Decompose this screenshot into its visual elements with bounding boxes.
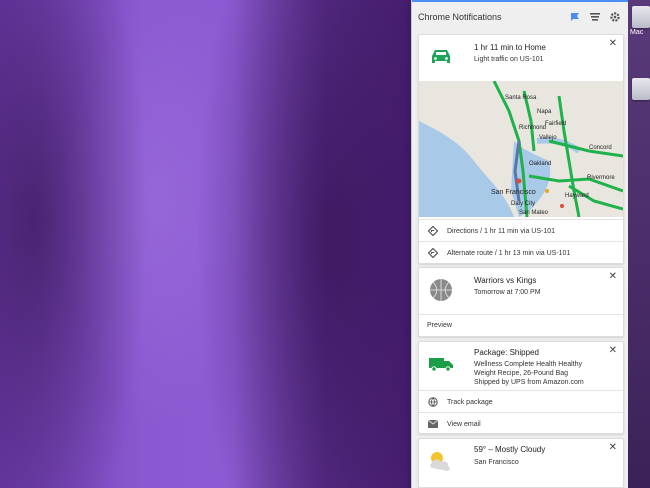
close-icon[interactable]: ✕ xyxy=(609,346,617,356)
preview-action[interactable]: Preview xyxy=(419,314,623,336)
notification-center: Chrome Notifications ✕ 1 hr 11 min to Ho… xyxy=(411,0,628,488)
close-icon[interactable]: ✕ xyxy=(609,39,617,49)
traffic-map[interactable]: Santa Rosa Napa Fairfield Vallejo Oaklan… xyxy=(419,81,623,217)
weather-title: 59° – Mostly Cloudy xyxy=(474,445,546,454)
drive-icon[interactable] xyxy=(632,6,650,28)
weather-card[interactable]: ✕ 59° – Mostly Cloudy San Francisco xyxy=(418,438,624,488)
sports-card[interactable]: ✕ Warriors vs Kings Tomorrow at 7:00 PM … xyxy=(418,267,624,337)
notification-header: Chrome Notifications xyxy=(412,0,628,32)
map-label: Rivermore xyxy=(587,175,615,181)
gear-icon[interactable] xyxy=(608,10,622,24)
clear-all-icon[interactable] xyxy=(588,10,602,24)
map-label: Hayward xyxy=(565,193,589,199)
globe-icon xyxy=(427,396,439,408)
map-label: San Mateo xyxy=(519,210,549,216)
sports-subtitle: Tomorrow at 7:00 PM xyxy=(474,289,541,296)
track-package-label: Track package xyxy=(447,398,493,406)
traffic-title: 1 hr 11 min to Home xyxy=(474,43,546,52)
map-label: Fairfield xyxy=(545,121,567,127)
basketball-icon xyxy=(427,276,455,304)
drive-label: Mac xyxy=(630,29,644,36)
desktop-edge xyxy=(627,0,650,488)
map-label: Vallejo xyxy=(539,135,557,141)
map-label: Concord xyxy=(589,145,612,151)
alternate-route-label: Alternate route / 1 hr 13 min via US-101 xyxy=(447,249,571,257)
directions-icon xyxy=(427,247,439,259)
map-label: Napa xyxy=(537,109,552,115)
weather-location: San Francisco xyxy=(474,459,519,466)
cloudy-icon xyxy=(427,447,455,475)
traffic-subtitle: Light traffic on US-101 xyxy=(474,56,544,63)
car-icon xyxy=(427,43,455,71)
panel-title: Chrome Notifications xyxy=(418,12,502,22)
traffic-card[interactable]: ✕ 1 hr 11 min to Home Light traffic on U… xyxy=(418,34,624,264)
package-title: Package: Shipped xyxy=(474,348,539,357)
map-label: Daly City xyxy=(511,201,536,207)
directions-action[interactable]: Directions / 1 hr 11 min via US-101 xyxy=(419,219,623,242)
dnd-icon[interactable] xyxy=(568,10,582,24)
folder-icon[interactable] xyxy=(632,78,650,100)
alternate-route-action[interactable]: Alternate route / 1 hr 13 min via US-101 xyxy=(419,241,623,264)
directions-label: Directions / 1 hr 11 min via US-101 xyxy=(447,227,556,235)
sports-title: Warriors vs Kings xyxy=(474,276,537,285)
directions-icon xyxy=(427,225,439,237)
mail-icon xyxy=(427,418,439,430)
truck-icon xyxy=(427,350,455,378)
map-label: San Francisco xyxy=(491,189,536,196)
track-package-action[interactable]: Track package xyxy=(419,390,623,413)
map-label: Richmond xyxy=(519,125,547,131)
close-icon[interactable]: ✕ xyxy=(609,272,617,282)
package-card[interactable]: ✕ Package: Shipped Wellness Complete Hea… xyxy=(418,341,624,434)
close-icon[interactable]: ✕ xyxy=(609,443,617,453)
view-email-label: View email xyxy=(447,420,481,428)
package-line: Shipped by UPS from Amazon.com xyxy=(474,379,584,386)
view-email-action[interactable]: View email xyxy=(419,412,623,435)
map-label: Oakland xyxy=(529,161,552,167)
preview-label: Preview xyxy=(427,322,452,329)
map-label: Santa Rosa xyxy=(505,95,537,101)
